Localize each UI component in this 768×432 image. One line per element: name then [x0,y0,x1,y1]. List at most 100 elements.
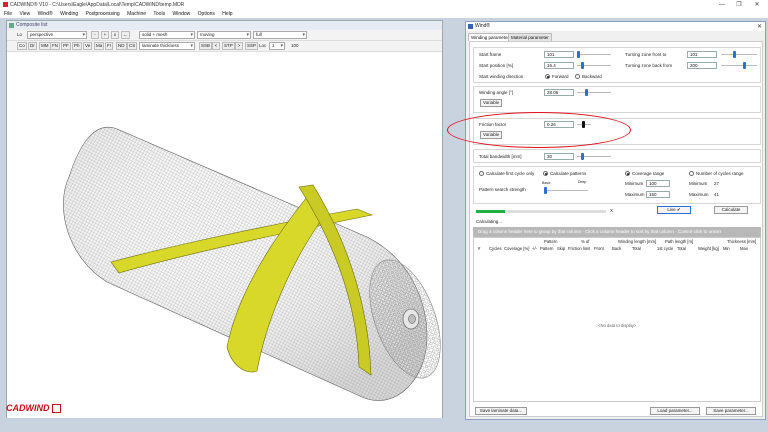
col-weight[interactable]: Weight [kg] [698,246,719,251]
highlight-ellipse [447,112,631,148]
menu-machine[interactable]: Machine [125,10,148,18]
save-laminate-button[interactable]: Save laminate data... [475,407,527,415]
coverage-range-radio[interactable] [625,171,630,176]
menu-wind[interactable]: Wind® [36,10,55,18]
turn-front-slider[interactable] [721,51,757,58]
menu-postprocessing[interactable]: Postprocessing [84,10,122,18]
ssb-button[interactable]: SSB [199,42,213,50]
wound-vessel-render [63,126,441,401]
menu-options[interactable]: Options [196,10,217,18]
col-pct-of-top: % of [581,239,590,244]
col-back[interactable]: Back [612,246,621,251]
pattern-strength-slider[interactable] [544,187,588,194]
back-arrow-button[interactable]: ← [121,31,130,39]
col-pattern[interactable]: Pattern [540,246,554,251]
col-max[interactable]: Max [740,246,748,251]
load-parameter-button[interactable]: Load parameter... [650,407,700,415]
col-cycles[interactable]: Cycles [489,246,502,251]
live-button[interactable]: Live ✔ [657,206,691,214]
toolbar-button-pf[interactable]: PF [61,42,71,50]
toolbar-button-fi[interactable]: FI [105,42,113,50]
maximum-input[interactable]: 150 [646,191,670,198]
minimize-button[interactable]: — [716,1,728,9]
winding-angle-input[interactable]: 28.06 [544,89,574,96]
calc-patterns-label: Calculate patterns [550,171,587,176]
start-position-input[interactable]: 16.4 [544,62,574,69]
col-plus-minus[interactable]: +/- [532,246,537,251]
max-cycles-value: 41 [714,192,720,197]
start-frame-input[interactable]: 101 [544,51,574,58]
col-total-winding[interactable]: Total [632,246,641,251]
zoom-in-button[interactable]: + [101,31,109,39]
full-select[interactable]: full [253,31,307,39]
toolbar-button-cs[interactable]: CS [127,42,138,50]
results-grid[interactable]: Pattern % of Winding length [mm] Path le… [473,237,761,402]
winding-angle-slider[interactable] [577,89,611,96]
total-bandwidth-slider[interactable] [577,153,611,160]
col-index[interactable]: # [478,246,480,251]
menu-window[interactable]: Window [170,10,192,18]
toolbar-button-co[interactable]: Co [17,42,27,50]
toolbar-button-ma[interactable]: Ma [94,42,105,50]
start-position-slider[interactable] [577,62,611,69]
col-total-path[interactable]: Total [677,246,686,251]
step-back-button[interactable]: < [212,42,220,50]
col-skip[interactable]: Skip [557,246,565,251]
toolbar-button-ve[interactable]: Ve [83,42,93,50]
menu-winding[interactable]: Winding [58,10,80,18]
progress-x-label: X [610,208,614,213]
turn-back-input[interactable]: 200 [687,62,717,69]
x-button[interactable]: x [111,31,119,39]
3d-viewport[interactable] [7,57,442,418]
calculate-button[interactable]: Calculate [714,206,748,214]
render-mode-select[interactable]: solid + mesh [139,31,195,39]
maximize-button[interactable]: ❐ [733,1,745,9]
minimum-input[interactable]: 100 [646,180,670,187]
dialog-title-bar: Wind® ✕ [466,22,765,31]
thickness-select[interactable]: laminate thickness [139,42,195,50]
toolbar-button-nd[interactable]: ND [116,42,127,50]
col-pattern-top: Pattern [544,239,558,244]
start-group: Start frame 101 Start position [%] 16.4 … [473,47,761,83]
col-first-cycle[interactable]: 1st cycle [657,246,673,251]
pattern-group: Calculate first cycle only Calculate pat… [473,166,761,204]
save-parameter-button[interactable]: Save parameter... [706,407,756,415]
menu-tools[interactable]: Tools [151,10,167,18]
winding-angle-variable-button[interactable]: Variable [480,99,502,107]
total-bandwidth-input[interactable]: 30 [544,153,574,160]
col-coverage[interactable]: Coverage [%] [504,246,529,251]
view-window: Composite list Lo perspective - + x ← so… [6,20,443,418]
stp-button[interactable]: STP [222,42,235,50]
toolbar-button-dr[interactable]: Dr [28,42,37,50]
step-forward-button[interactable]: > [235,42,243,50]
menu-file[interactable]: File [2,10,14,18]
loc-input[interactable]: 1 [269,42,285,50]
menu-view[interactable]: View [17,10,32,18]
col-friction-limit[interactable]: Friction limit [568,246,590,251]
moving-select[interactable]: moving [197,31,251,39]
ssp-button[interactable]: SSP [245,42,259,50]
view-mode-select[interactable]: perspective [27,31,87,39]
close-button[interactable]: ✕ [751,1,763,9]
menu-help[interactable]: Help [220,10,234,18]
toolbar-button-fn[interactable]: FN [50,42,60,50]
forward-radio[interactable] [545,74,550,79]
backward-radio[interactable] [575,74,580,79]
toolbar-button-mm[interactable]: MM [39,42,51,50]
winding-parameter-panel: Start frame 101 Start position [%] 16.4 … [469,41,763,417]
turn-front-input[interactable]: 101 [687,51,717,58]
calc-patterns-radio[interactable] [543,171,548,176]
col-front[interactable]: Front [594,246,604,251]
col-min[interactable]: Min [723,246,730,251]
toolbar-button-ph[interactable]: Ph [72,42,82,50]
turn-back-slider[interactable] [721,62,757,69]
calc-first-cycle-radio[interactable] [479,171,484,176]
num-cycles-radio[interactable] [689,171,694,176]
start-frame-slider[interactable] [577,51,611,58]
zoom-out-button[interactable]: - [91,31,99,39]
dialog-close-button[interactable]: ✕ [757,23,762,32]
tab-winding-parameter[interactable]: Winding parameter [468,33,513,41]
tab-material-parameter[interactable]: Material parameter [508,33,552,41]
menu-bar: File View Wind® Winding Postprocessing M… [0,10,768,18]
view-window-title: Composite list [7,21,442,30]
